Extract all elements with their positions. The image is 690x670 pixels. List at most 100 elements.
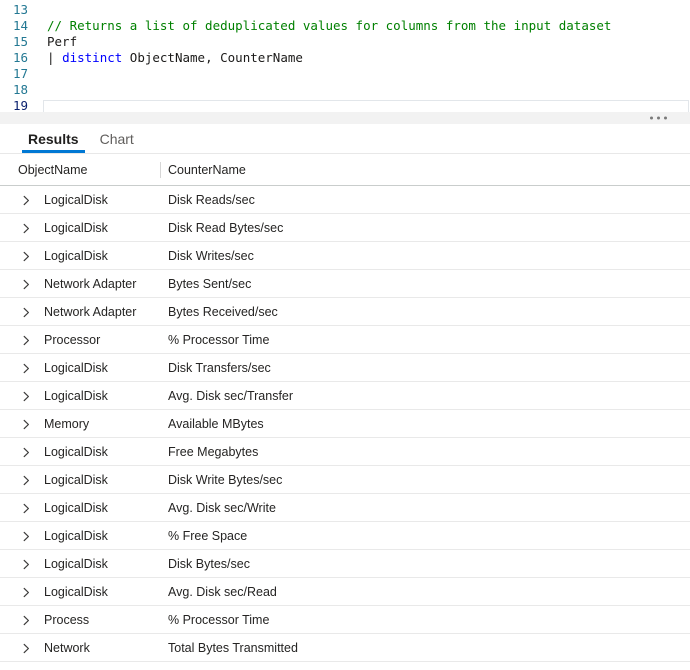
code-line[interactable]: 15 Perf: [0, 34, 690, 50]
cell-objectname: Network Adapter: [44, 304, 137, 319]
cell-countername: Avg. Disk sec/Write: [168, 500, 276, 515]
table-row[interactable]: LogicalDisk Avg. Disk sec/Transfer: [0, 382, 690, 410]
code-line[interactable]: 19: [0, 98, 690, 112]
expand-chevron-icon[interactable]: [16, 274, 36, 294]
expand-chevron-icon[interactable]: [16, 498, 36, 518]
table-row[interactable]: LogicalDisk Disk Transfers/sec: [0, 354, 690, 382]
code-line[interactable]: 14 // Returns a list of deduplicated val…: [0, 18, 690, 34]
cell-countername: Bytes Received/sec: [168, 304, 278, 319]
expand-chevron-icon[interactable]: [16, 414, 36, 434]
tab-results-label: Results: [28, 130, 79, 147]
code-segment-plain: |: [47, 50, 63, 65]
code-line[interactable]: 18: [0, 82, 690, 98]
cell-countername: Disk Bytes/sec: [168, 556, 250, 571]
cell-objectname: LogicalDisk: [44, 444, 108, 459]
cell-objectname: LogicalDisk: [44, 388, 108, 403]
table-row[interactable]: LogicalDisk Disk Writes/sec: [0, 242, 690, 270]
expand-chevron-icon[interactable]: [16, 218, 36, 238]
line-number: 16: [12, 50, 28, 65]
table-row[interactable]: LogicalDisk Disk Bytes/sec: [0, 550, 690, 578]
table-row[interactable]: LogicalDisk Disk Read Bytes/sec: [0, 214, 690, 242]
results-tabbar: Results Chart: [0, 124, 690, 154]
cell-countername: % Processor Time: [168, 332, 270, 347]
line-number: 18: [12, 82, 28, 97]
expand-chevron-icon[interactable]: [16, 386, 36, 406]
tab-results[interactable]: Results: [22, 124, 85, 153]
tab-chart[interactable]: Chart: [94, 124, 140, 153]
code-lines: 13 14 // Returns a list of deduplicated …: [0, 2, 690, 112]
cell-countername: Disk Transfers/sec: [168, 360, 271, 375]
table-row[interactable]: LogicalDisk Avg. Disk sec/Read: [0, 578, 690, 606]
results-table: LogicalDisk Disk Reads/sec LogicalDisk D…: [0, 186, 690, 662]
cell-objectname: LogicalDisk: [44, 556, 108, 571]
expand-chevron-icon[interactable]: [16, 582, 36, 602]
tab-chart-label: Chart: [99, 130, 134, 147]
expand-chevron-icon[interactable]: [16, 470, 36, 490]
line-number: 13: [12, 2, 28, 17]
cell-countername: % Processor Time: [168, 612, 270, 627]
cell-objectname: Processor: [44, 332, 101, 347]
table-row[interactable]: LogicalDisk Disk Write Bytes/sec: [0, 466, 690, 494]
line-number: 19: [12, 98, 28, 112]
query-editor[interactable]: 13 14 // Returns a list of deduplicated …: [0, 0, 690, 112]
log-analytics-query-view: 13 14 // Returns a list of deduplicated …: [0, 0, 690, 670]
line-number: 17: [12, 66, 28, 81]
table-header: ObjectName CounterName: [0, 154, 690, 186]
code-segment-plain: Perf: [47, 34, 78, 49]
code-line[interactable]: 16 | distinct ObjectName, CounterName: [0, 50, 690, 66]
cell-objectname: Process: [44, 612, 90, 627]
expand-chevron-icon[interactable]: [16, 246, 36, 266]
table-row[interactable]: Network Adapter Bytes Sent/sec: [0, 270, 690, 298]
cell-objectname: LogicalDisk: [44, 192, 108, 207]
expand-chevron-icon[interactable]: [16, 302, 36, 322]
cell-objectname: LogicalDisk: [44, 584, 108, 599]
column-header-countername[interactable]: CounterName: [168, 163, 246, 177]
cell-objectname: LogicalDisk: [44, 500, 108, 515]
grip-dots-icon: [650, 116, 667, 120]
table-row[interactable]: LogicalDisk Disk Reads/sec: [0, 186, 690, 214]
cell-objectname: LogicalDisk: [44, 528, 108, 543]
cell-countername: Avg. Disk sec/Transfer: [168, 388, 294, 403]
code-line[interactable]: 13: [0, 2, 690, 18]
cell-objectname: Network: [44, 640, 90, 655]
code-line[interactable]: 17: [0, 66, 690, 82]
expand-chevron-icon[interactable]: [16, 330, 36, 350]
table-row[interactable]: Memory Available MBytes: [0, 410, 690, 438]
cell-objectname: Network Adapter: [44, 276, 137, 291]
cell-objectname: LogicalDisk: [44, 360, 108, 375]
expand-chevron-icon[interactable]: [16, 442, 36, 462]
cell-objectname: LogicalDisk: [44, 248, 108, 263]
cell-countername: Disk Write Bytes/sec: [168, 472, 283, 487]
code-segment-comment: // Returns a list of deduplicated values…: [47, 18, 612, 33]
expand-chevron-icon[interactable]: [16, 554, 36, 574]
expand-chevron-icon[interactable]: [16, 610, 36, 630]
panel-resize-handle[interactable]: [0, 112, 690, 124]
code-text: Perf: [47, 34, 77, 50]
table-row[interactable]: LogicalDisk Avg. Disk sec/Write: [0, 494, 690, 522]
line-number: 15: [12, 34, 28, 49]
cell-countername: Disk Writes/sec: [168, 248, 254, 263]
table-row[interactable]: Processor % Processor Time: [0, 326, 690, 354]
table-row[interactable]: Network Total Bytes Transmitted: [0, 634, 690, 662]
cell-countername: Disk Read Bytes/sec: [168, 220, 284, 235]
table-row[interactable]: LogicalDisk % Free Space: [0, 522, 690, 550]
code-text: [43, 99, 689, 112]
column-resize-divider[interactable]: [160, 162, 161, 178]
table-row[interactable]: Network Adapter Bytes Received/sec: [0, 298, 690, 326]
table-row[interactable]: Process % Processor Time: [0, 606, 690, 634]
code-text: | distinct ObjectName, CounterName: [47, 50, 303, 66]
cell-countername: Disk Reads/sec: [168, 192, 255, 207]
code-segment-plain: ObjectName, CounterName: [122, 50, 303, 65]
cell-objectname: LogicalDisk: [44, 472, 108, 487]
table-row[interactable]: LogicalDisk Free Megabytes: [0, 438, 690, 466]
line-number: 14: [12, 18, 28, 33]
cell-objectname: Memory: [44, 416, 90, 431]
expand-chevron-icon[interactable]: [16, 638, 36, 658]
expand-chevron-icon[interactable]: [16, 358, 36, 378]
expand-chevron-icon[interactable]: [16, 526, 36, 546]
expand-chevron-icon[interactable]: [16, 190, 36, 210]
code-segment-keyword: distinct: [62, 50, 123, 65]
cell-countername: Free Megabytes: [168, 444, 259, 459]
cell-countername: Avg. Disk sec/Read: [168, 584, 277, 599]
column-header-objectname[interactable]: ObjectName: [18, 163, 87, 177]
